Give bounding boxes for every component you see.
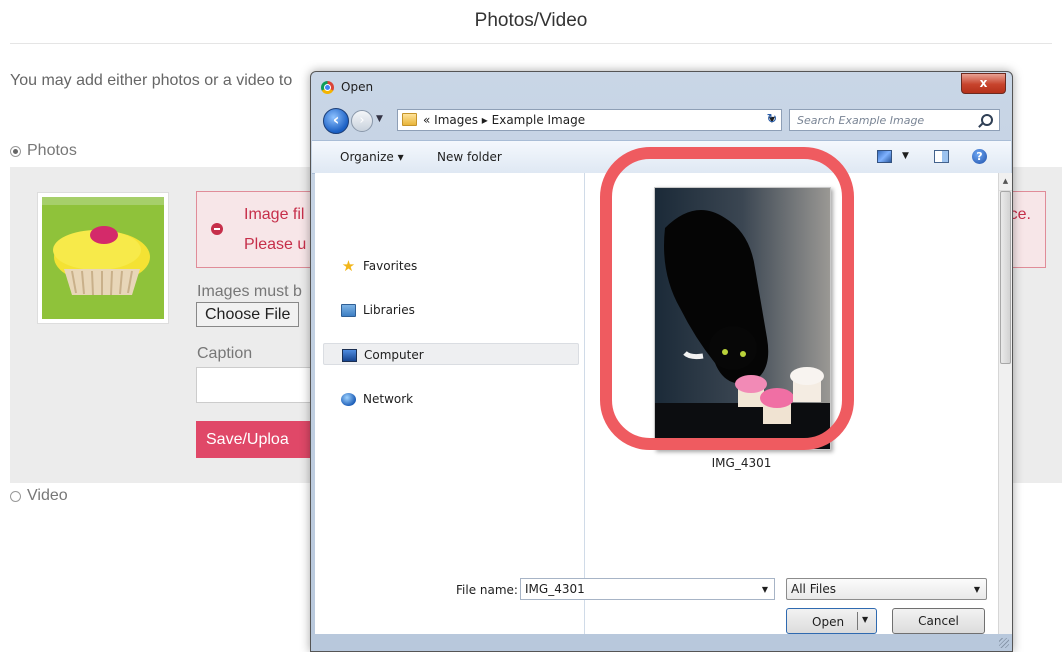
network-icon <box>341 393 356 406</box>
open-options-caret-icon[interactable]: ▼ <box>862 615 868 624</box>
cancel-button[interactable]: Cancel <box>892 608 985 634</box>
navigation-pane: ★ Favorites Libraries Computer Network <box>315 173 585 634</box>
view-options-caret-icon[interactable]: ▼ <box>902 151 909 161</box>
vertical-scrollbar[interactable]: ▲ <box>998 173 1012 634</box>
file-name-input[interactable]: IMG_4301 ▼ <box>520 578 775 600</box>
error-icon <box>211 223 223 235</box>
intro-text: You may add either photos or a video to <box>10 72 293 89</box>
computer-icon <box>342 349 357 362</box>
nav-item-label: Favorites <box>363 259 418 273</box>
file-type-select[interactable]: All Files ▼ <box>786 578 987 600</box>
forward-arrow-icon[interactable]: › <box>351 110 373 132</box>
star-icon: ★ <box>341 257 356 275</box>
file-type-dropdown-icon: ▼ <box>973 585 980 594</box>
video-radio[interactable] <box>10 490 21 502</box>
video-label: Video <box>27 487 68 504</box>
change-view-icon[interactable] <box>877 150 892 163</box>
image-requirements-text: Images must b <box>197 283 302 300</box>
back-arrow-icon[interactable]: ‹ <box>323 108 349 134</box>
close-button[interactable]: x <box>961 73 1006 94</box>
file-name-value: IMG_4301 <box>525 582 585 596</box>
nav-item-label: Network <box>363 392 414 406</box>
folder-icon <box>402 113 417 126</box>
nav-item-favorites[interactable]: ★ Favorites <box>323 255 579 277</box>
libraries-icon <box>341 304 356 317</box>
nav-item-label: Computer <box>364 348 424 362</box>
open-button-label: Open <box>812 615 845 629</box>
help-icon[interactable]: ? <box>972 149 987 164</box>
uploaded-photo-thumbnail <box>37 192 169 324</box>
choose-file-button[interactable]: Choose File <box>196 302 300 327</box>
highlight-circle-annotation <box>600 147 854 450</box>
search-placeholder: Search Example Image <box>797 114 925 127</box>
scroll-up-arrow-icon[interactable]: ▲ <box>999 173 1012 191</box>
navigation-bar: ‹ › ▼ « Images ▸ Example Image ▼ ↻ Searc… <box>311 104 1012 138</box>
scroll-thumb[interactable] <box>1000 191 1011 364</box>
error-message-line2: Please u <box>244 236 307 253</box>
new-folder-button[interactable]: New folder <box>437 150 502 164</box>
photos-option[interactable]: Photos <box>10 142 77 160</box>
refresh-icon[interactable]: ↻ <box>760 110 784 130</box>
photos-label: Photos <box>27 142 77 159</box>
open-button-divider <box>857 612 858 630</box>
page-title: Photos/Video <box>474 10 588 31</box>
nav-item-label: Libraries <box>363 303 415 317</box>
photos-radio[interactable] <box>10 145 21 157</box>
chrome-icon <box>321 81 334 94</box>
breadcrumb[interactable]: « Images ▸ Example Image <box>423 113 585 127</box>
open-button[interactable]: Open ▼ <box>786 608 877 634</box>
nav-item-libraries[interactable]: Libraries <box>323 299 579 321</box>
recent-pages-caret-icon[interactable]: ▼ <box>376 114 383 124</box>
nav-item-network[interactable]: Network <box>323 388 579 410</box>
organize-menu[interactable]: Organize ▾ <box>340 150 404 164</box>
dialog-titlebar[interactable]: Open x <box>311 72 1012 102</box>
file-name-label: File name: <box>456 583 518 597</box>
video-option[interactable]: Video <box>10 487 68 505</box>
cupcake-image <box>42 197 164 319</box>
caption-label: Caption <box>197 345 253 362</box>
title-divider <box>10 43 1052 44</box>
address-bar[interactable]: « Images ▸ Example Image ▼ <box>397 109 782 131</box>
file-type-value: All Files <box>791 582 837 596</box>
file-item-name[interactable]: IMG_4301 <box>654 456 829 470</box>
nav-item-computer[interactable]: Computer <box>323 343 579 365</box>
dialog-title: Open <box>341 80 374 94</box>
file-name-dropdown-icon[interactable]: ▼ <box>762 585 768 594</box>
error-message-line1: Image fil <box>244 206 305 223</box>
search-icon[interactable] <box>981 114 993 126</box>
preview-pane-icon[interactable] <box>934 150 949 163</box>
resize-grip-icon[interactable] <box>999 638 1009 648</box>
search-input[interactable]: Search Example Image <box>789 109 1000 131</box>
